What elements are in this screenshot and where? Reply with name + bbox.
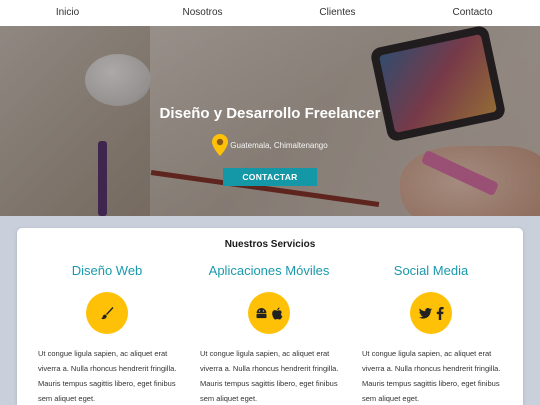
service-diseno-web: Diseño Web Ut congue ligula sapien, ac a… bbox=[26, 263, 188, 405]
services-title: Nuestros Servicios bbox=[224, 239, 316, 250]
service-title: Social Media bbox=[393, 263, 469, 278]
service-icon-circle bbox=[248, 292, 290, 334]
hero-title: Diseño y Desarrollo Freelancer bbox=[159, 105, 381, 122]
map-pin-icon bbox=[212, 134, 229, 156]
hero-location: Guatemala, Chimaltenango bbox=[0, 134, 540, 156]
contactar-button[interactable]: CONTACTAR bbox=[223, 168, 317, 186]
twitter-icon bbox=[418, 307, 432, 319]
nav-link-contacto[interactable]: Contacto bbox=[405, 0, 540, 26]
service-description: Ut congue ligula sapien, ac aliquet erat… bbox=[362, 349, 501, 403]
apple-icon bbox=[272, 307, 283, 319]
service-aplicaciones-moviles: Aplicaciones Móviles Ut congue ligula sa… bbox=[188, 263, 350, 405]
service-title: Diseño Web bbox=[71, 263, 143, 278]
paintbrush-icon bbox=[101, 307, 114, 320]
facebook-icon bbox=[436, 306, 444, 320]
service-icon-circle bbox=[410, 292, 452, 334]
service-title: Aplicaciones Móviles bbox=[208, 263, 330, 278]
hero-banner: Diseño y Desarrollo Freelancer Guatemala… bbox=[0, 26, 540, 216]
services-card: Nuestros Servicios Diseño Web Ut congue … bbox=[17, 228, 523, 405]
nav-link-inicio[interactable]: Inicio bbox=[0, 0, 135, 26]
android-icon bbox=[256, 308, 267, 319]
nav-link-clientes[interactable]: Clientes bbox=[270, 0, 405, 26]
service-social-media: Social Media Ut congue ligula sapien, ac… bbox=[350, 263, 512, 405]
service-description: Ut congue ligula sapien, ac aliquet erat… bbox=[200, 349, 339, 403]
service-description: Ut congue ligula sapien, ac aliquet erat… bbox=[38, 349, 177, 403]
nav-link-nosotros[interactable]: Nosotros bbox=[135, 0, 270, 26]
hero-location-text: Guatemala, Chimaltenango bbox=[230, 140, 328, 150]
top-nav: Inicio Nosotros Clientes Contacto bbox=[0, 0, 540, 26]
service-icon-circle bbox=[86, 292, 128, 334]
